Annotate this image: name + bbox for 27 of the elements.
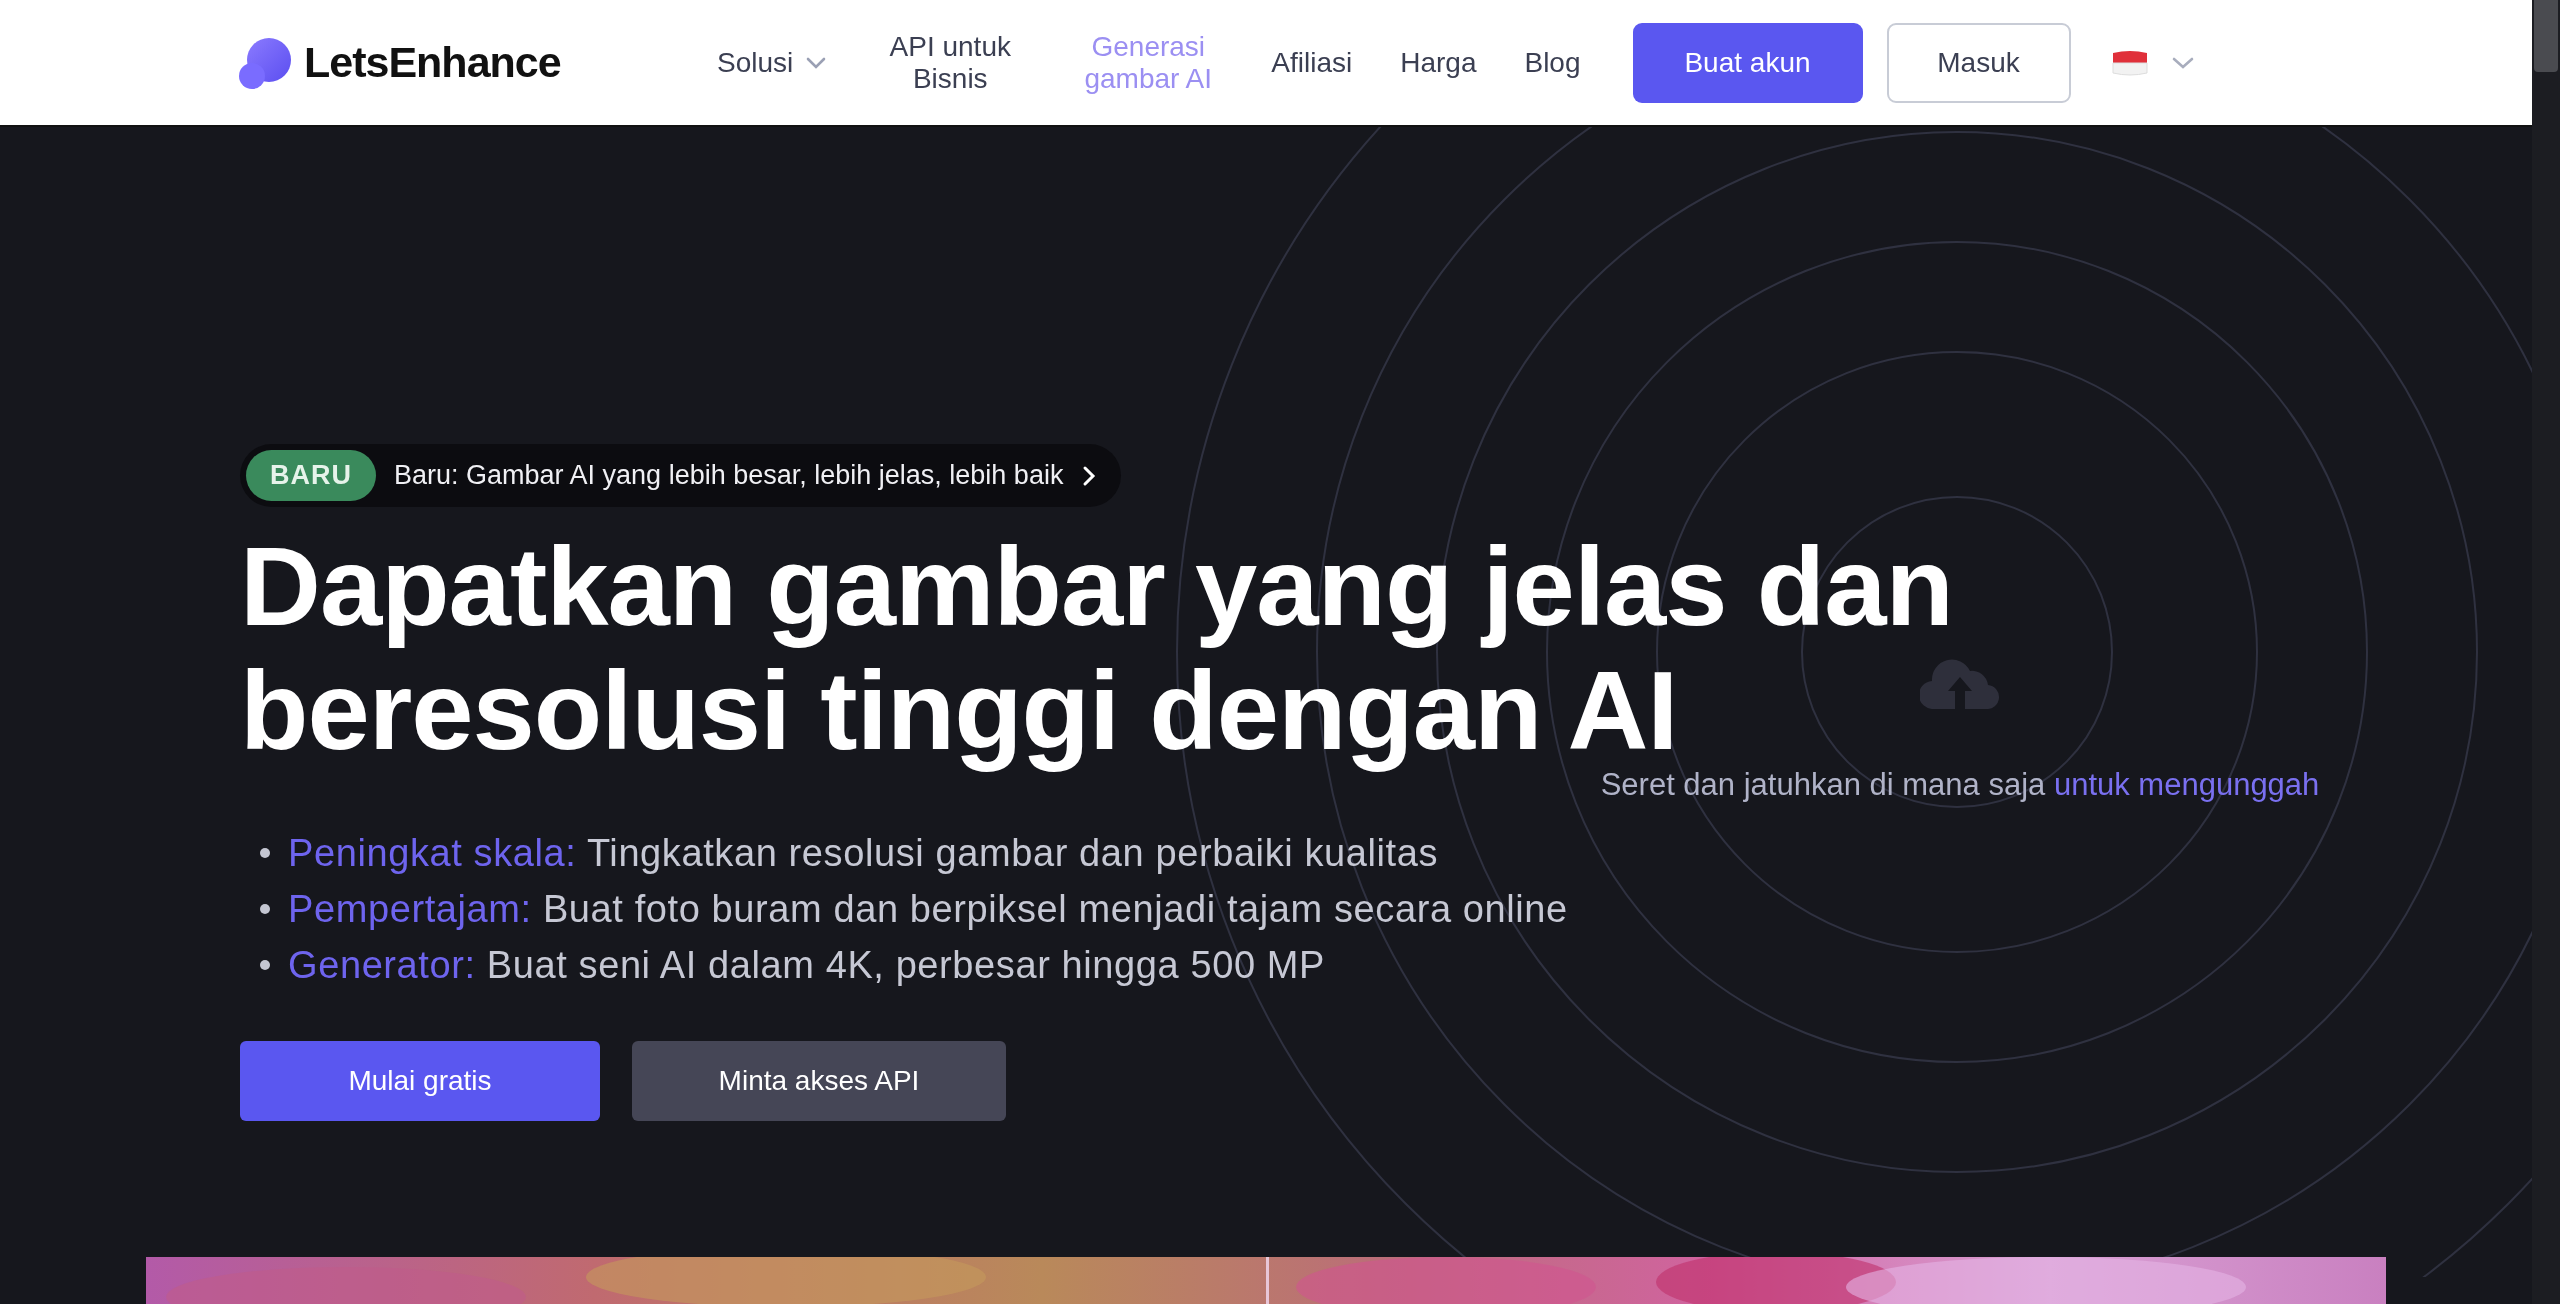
login-button[interactable]: Masuk xyxy=(1886,22,2071,103)
announcement-text: Baru: Gambar AI yang lebih besar, lebih jelas, lebih baik xyxy=(394,460,1064,491)
scrollbar[interactable] xyxy=(2532,0,2560,1304)
nav-link[interactable]: Blog xyxy=(1500,46,1605,79)
hero-heading-line: Dapatkan gambar yang jelas dan xyxy=(240,525,1953,649)
start-free-button[interactable]: Mulai gratis xyxy=(240,1041,600,1121)
feature-text: Peningkat skala: Tingkatkan resolusi gambar dan perbaiki kualitas xyxy=(288,831,1439,875)
feature-text: Generator: Buat seni AI dalam 4K, perbesar hingga 500 MP xyxy=(288,943,1325,987)
api-access-button[interactable]: Minta akses API xyxy=(632,1041,1006,1121)
bullet-icon xyxy=(260,960,270,970)
nav-link[interactable]: API untuk Bisnis xyxy=(851,30,1050,95)
bullet-icon xyxy=(260,848,270,858)
upload-link[interactable]: untuk mengunggah xyxy=(2053,767,2320,802)
nav-link[interactable]: Harga xyxy=(1376,46,1501,79)
announcement-pill[interactable]: BARU Baru: Gambar AI yang lebih besar, lebih jelas, lebih baik xyxy=(240,444,1122,507)
feature-text: Pempertajam: Buat foto buram dan berpiksel menjadi tajam secara online xyxy=(288,887,1568,931)
new-badge: BARU xyxy=(246,450,376,501)
bullet-icon xyxy=(260,904,270,914)
nav-link[interactable]: Afiliasi xyxy=(1247,46,1377,79)
logo-text[interactable]: LetsEnhance xyxy=(304,38,561,87)
upload-cloud-icon xyxy=(1920,657,2000,709)
chevron-icon[interactable] xyxy=(805,55,828,70)
flag-icon[interactable] xyxy=(2110,48,2149,77)
chevron-icon[interactable] xyxy=(2170,55,2195,70)
signup-button[interactable]: Buat akun xyxy=(1632,22,1863,103)
logo-icon xyxy=(238,35,292,90)
nav-link[interactable]: Solusi xyxy=(693,46,852,79)
